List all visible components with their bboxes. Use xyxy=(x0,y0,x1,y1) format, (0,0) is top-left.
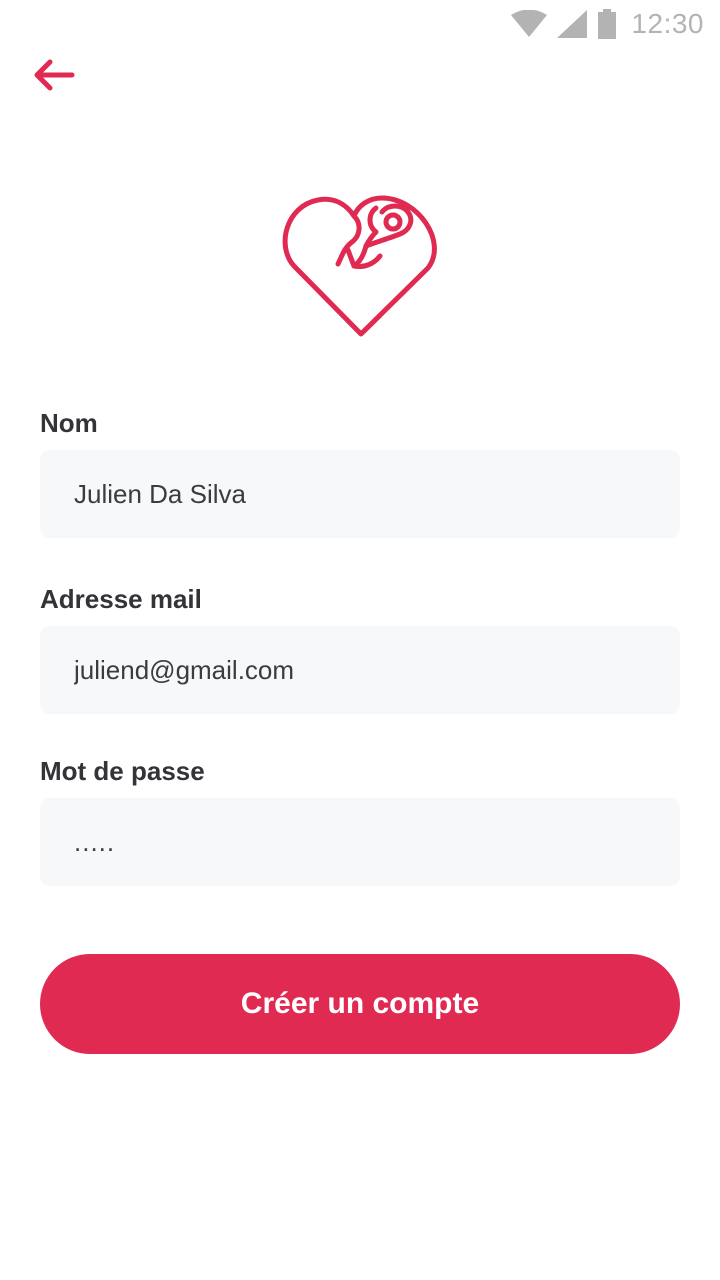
name-label: Nom xyxy=(40,408,98,438)
name-input[interactable] xyxy=(74,478,646,510)
email-label: Adresse mail xyxy=(40,584,202,614)
password-field[interactable]: ..... xyxy=(40,798,680,886)
password-label: Mot de passe xyxy=(40,756,205,786)
status-time: 12:30 xyxy=(631,8,704,39)
battery-icon xyxy=(597,9,617,39)
cell-signal-icon xyxy=(557,10,588,38)
create-account-button[interactable]: Créer un compte xyxy=(40,954,680,1054)
wifi-icon xyxy=(511,10,548,38)
status-bar: 12:30 xyxy=(0,0,720,48)
email-field[interactable] xyxy=(40,626,680,714)
heart-mother-child-logo xyxy=(280,192,442,342)
email-input[interactable] xyxy=(74,654,646,686)
name-field[interactable] xyxy=(40,450,680,538)
arrow-left-icon xyxy=(32,58,76,97)
password-input[interactable]: ..... xyxy=(74,827,115,858)
status-icons: 12:30 xyxy=(511,8,704,40)
back-button[interactable] xyxy=(24,52,84,102)
